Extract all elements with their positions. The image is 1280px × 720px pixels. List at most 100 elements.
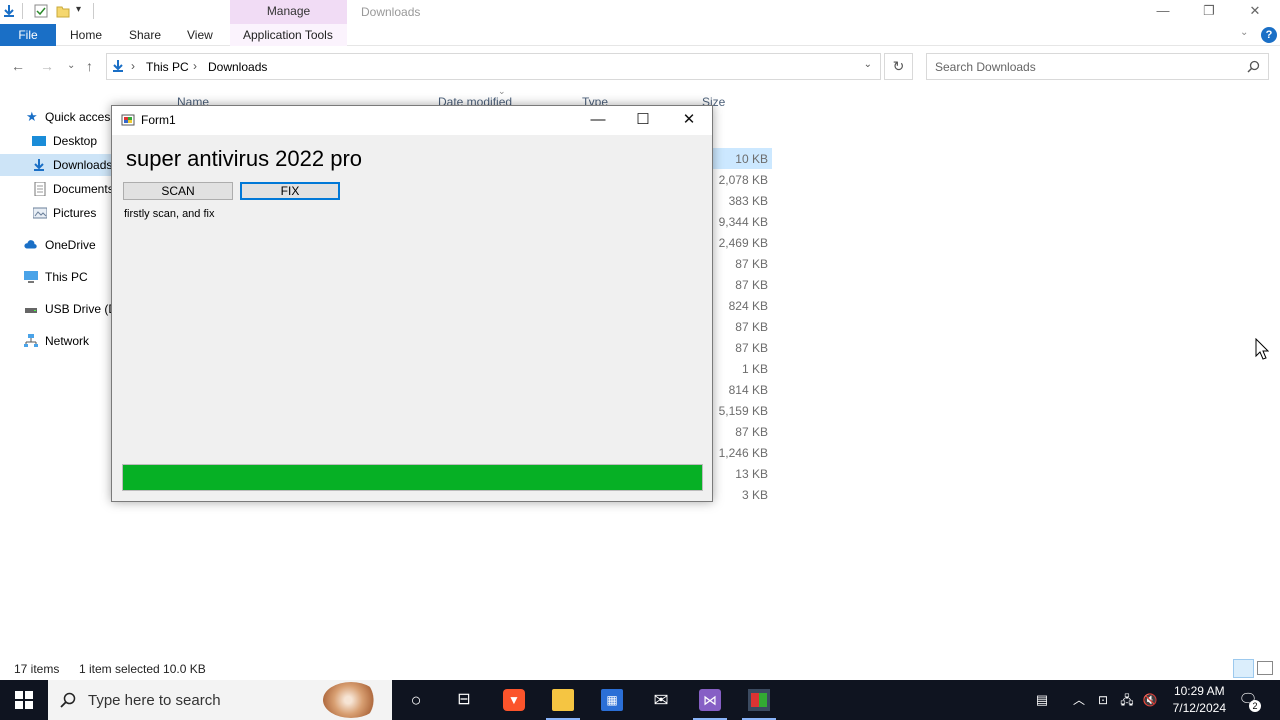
document-icon xyxy=(34,182,46,196)
form1-titlebar: Form1 — ☐ ✕ xyxy=(112,106,712,135)
sidebar-item-quick-access[interactable]: ★ Quick access xyxy=(0,106,112,128)
form1-window: Form1 — ☐ ✕ super antivirus 2022 pro SCA… xyxy=(111,105,713,502)
taskbar-search-input[interactable]: Type here to search xyxy=(48,680,392,720)
sidebar-item-label: Documents xyxy=(53,182,112,196)
network-icon xyxy=(24,334,38,347)
sidebar-item-desktop[interactable]: Desktop xyxy=(0,130,112,152)
tab-application-tools[interactable]: Application Tools xyxy=(243,24,333,46)
file-explorer-icon[interactable] xyxy=(546,689,580,720)
back-arrow-icon[interactable]: ← xyxy=(11,58,25,74)
ribbon-tabs: File Home Share View Application Tools ⌄… xyxy=(0,24,1280,46)
notification-badge: 2 xyxy=(1249,700,1261,712)
taskbar: Type here to search ○ ⊟ ▼ ▦ ✉ ⋈ ▤ ︿ ⊡ 🖧 … xyxy=(0,680,1280,720)
ribbon-context-label: Manage xyxy=(266,4,311,18)
sidebar-item-label: This PC xyxy=(45,270,88,284)
address-dropdown-icon[interactable]: ⌄ xyxy=(864,59,872,70)
help-icon[interactable]: ? xyxy=(1261,27,1277,43)
tab-share[interactable]: Share xyxy=(129,24,161,46)
form-close-button[interactable]: ✕ xyxy=(669,109,709,131)
search-input[interactable]: Search Downloads xyxy=(926,53,1269,80)
network-tray-icon[interactable]: 🖧 xyxy=(1116,689,1138,711)
breadcrumb-downloads[interactable]: Downloads xyxy=(208,60,267,74)
search-icon xyxy=(1247,60,1260,73)
mail-icon[interactable]: ✉ xyxy=(650,689,672,711)
sidebar-item-this-pc[interactable]: This PC xyxy=(0,266,112,288)
breadcrumb-this-pc[interactable]: This PC xyxy=(146,60,189,74)
breadcrumb-separator-icon: › xyxy=(193,59,197,73)
sidebar-item-label: Desktop xyxy=(53,134,98,148)
scan-button[interactable]: SCAN xyxy=(123,182,233,200)
mouse-cursor-icon xyxy=(1255,338,1269,360)
instruction-label: firstly scan, and fix xyxy=(124,208,215,220)
maximize-button[interactable]: ❐ xyxy=(1186,0,1232,24)
forward-arrow-icon[interactable]: → xyxy=(40,58,54,74)
sidebar-item-label: USB Drive (D:) xyxy=(45,302,112,316)
downloads-location-icon xyxy=(113,60,123,72)
cortana-icon[interactable]: ○ xyxy=(405,689,427,711)
large-icons-view-icon[interactable] xyxy=(1257,661,1273,675)
tab-view[interactable]: View xyxy=(187,24,213,46)
sort-indicator-icon: ⌄ xyxy=(498,86,506,96)
form-maximize-button[interactable]: ☐ xyxy=(623,109,663,131)
task-view-icon[interactable]: ⊟ xyxy=(453,689,475,711)
star-icon: ★ xyxy=(26,109,38,124)
brave-browser-icon[interactable]: ▼ xyxy=(503,689,525,711)
tab-home[interactable]: Home xyxy=(70,24,102,46)
properties-icon[interactable] xyxy=(34,4,48,18)
search-placeholder: Search Downloads xyxy=(935,60,1036,74)
sidebar-item-label: Pictures xyxy=(53,206,97,220)
explorer-titlebar: ▾ xyxy=(0,0,1280,24)
address-bar[interactable]: › This PC › Downloads ⌄ xyxy=(106,53,881,80)
shell-search-highlight-icon xyxy=(323,682,379,718)
minimize-button[interactable]: — xyxy=(1140,0,1186,24)
app-heading: super antivirus 2022 pro xyxy=(126,146,363,171)
sidebar-item-network[interactable]: Network xyxy=(0,330,112,352)
visual-studio-icon[interactable]: ⋈ xyxy=(693,689,727,720)
item-count: 17 items xyxy=(14,662,60,676)
sidebar-item-downloads[interactable]: Downloads xyxy=(0,154,112,176)
close-button[interactable]: ✕ xyxy=(1232,0,1278,24)
fix-button[interactable]: FIX xyxy=(240,182,340,200)
pictures-icon xyxy=(33,207,47,219)
cloud-icon xyxy=(24,240,37,249)
sidebar-item-label: OneDrive xyxy=(45,238,96,252)
download-icon xyxy=(34,159,44,171)
form-minimize-button[interactable]: — xyxy=(578,109,618,131)
sidebar-item-usb-drive[interactable]: USB Drive (D:) xyxy=(0,298,112,320)
sidebar-item-label: Quick access xyxy=(45,110,112,124)
download-folder-icon[interactable] xyxy=(2,4,16,18)
computer-icon xyxy=(24,271,38,283)
up-arrow-icon[interactable]: ↑ xyxy=(86,58,93,74)
microsoft-store-icon[interactable]: ▦ xyxy=(601,689,623,711)
details-view-icon[interactable] xyxy=(1233,659,1254,678)
sidebar-item-label: Network xyxy=(45,334,90,348)
sidebar-item-documents[interactable]: Documents xyxy=(0,178,112,200)
desktop-icon xyxy=(32,136,46,146)
clock-date: 7/12/2024 xyxy=(1172,701,1226,715)
status-bar: 17 items 1 item selected 10.0 KB xyxy=(0,658,1280,680)
ribbon-expand-icon[interactable]: ⌄ xyxy=(1240,27,1248,38)
search-icon xyxy=(60,692,76,708)
sidebar-item-pictures[interactable]: Pictures xyxy=(0,202,112,224)
action-center-news-icon[interactable]: ▤ xyxy=(1031,689,1053,711)
show-hidden-icons-icon[interactable]: ︿ xyxy=(1068,689,1090,711)
windows-start-icon[interactable] xyxy=(15,691,33,709)
form1-app-icon[interactable] xyxy=(742,689,776,720)
qat-dropdown-icon[interactable]: ▾ xyxy=(76,4,81,15)
qat-divider xyxy=(93,3,94,19)
window-title: Downloads xyxy=(361,5,421,19)
sidebar-item-onedrive[interactable]: OneDrive xyxy=(0,234,112,256)
refresh-icon[interactable]: ↻ xyxy=(884,53,913,80)
tab-file[interactable]: File xyxy=(0,24,56,46)
progress-fill xyxy=(123,465,702,490)
volume-muted-icon[interactable]: 🔇 xyxy=(1139,689,1161,711)
clock[interactable]: 10:29 AM 7/12/2024 xyxy=(1173,683,1226,717)
breadcrumb-separator-icon: › xyxy=(131,59,135,73)
new-folder-icon[interactable] xyxy=(56,4,70,18)
taskbar-search-placeholder: Type here to search xyxy=(88,692,221,709)
navigation-bar: ← → ⌄ ↑ › This PC › Downloads ⌄ ↻ Search… xyxy=(0,46,1280,86)
tray-app-icon[interactable]: ⊡ xyxy=(1092,689,1114,711)
recent-locations-icon[interactable]: ⌄ xyxy=(67,60,75,71)
form1-title: Form1 xyxy=(141,113,176,127)
selection-info: 1 item selected 10.0 KB xyxy=(79,662,206,676)
